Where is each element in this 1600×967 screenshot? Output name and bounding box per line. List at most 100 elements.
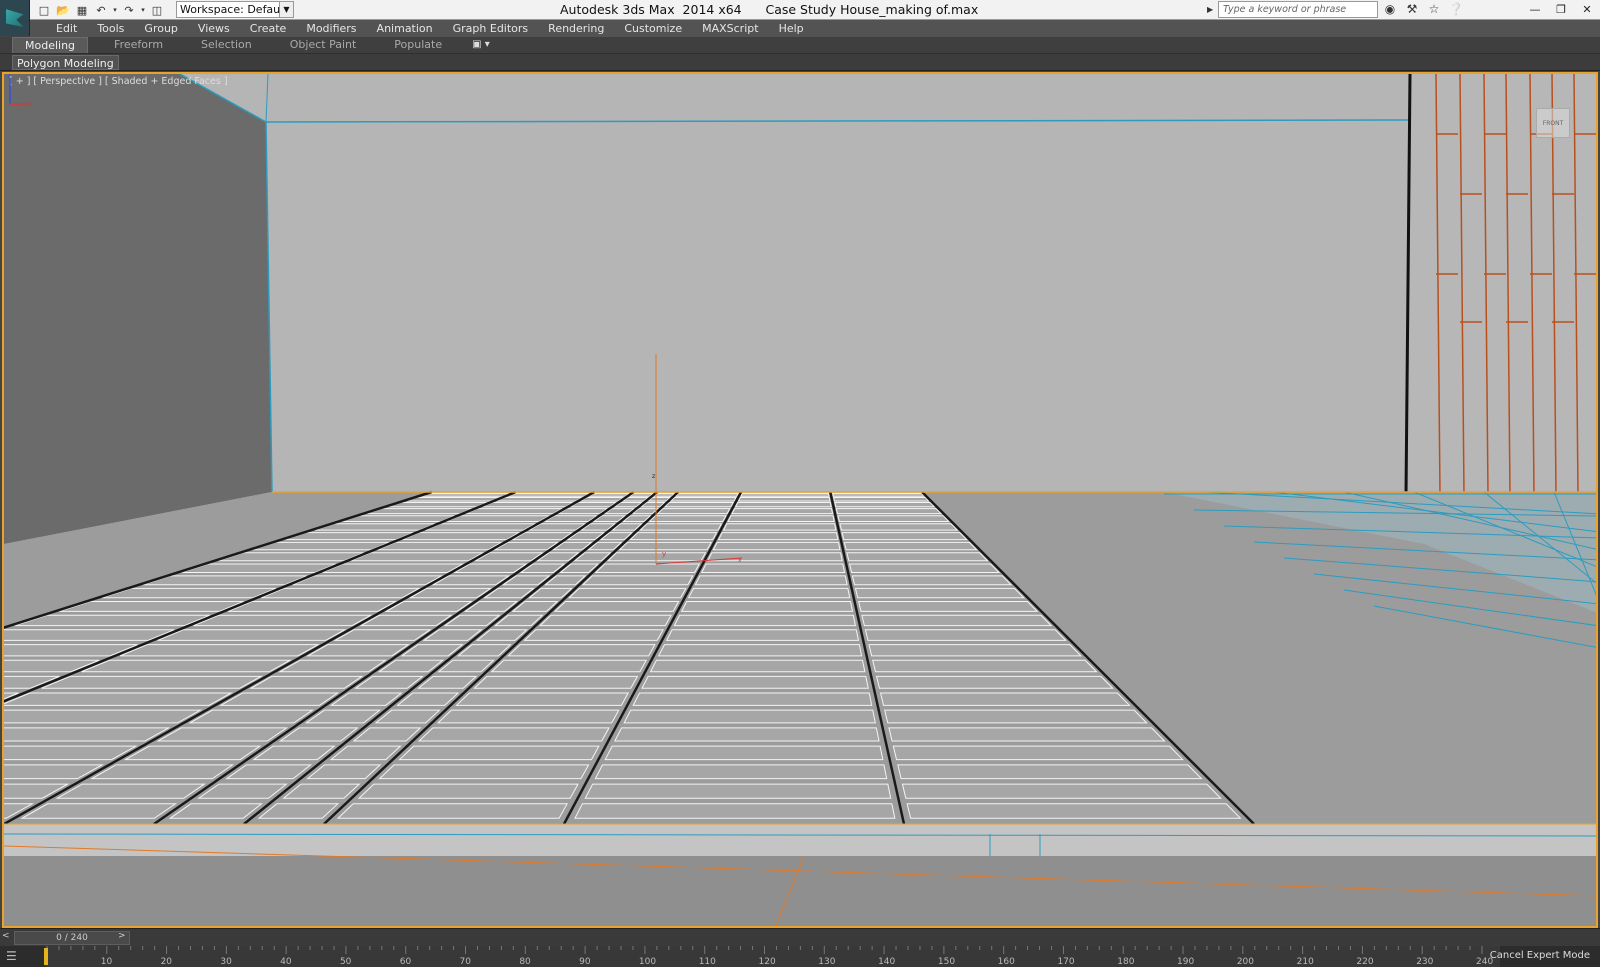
menu-create[interactable]: Create [240, 20, 297, 37]
tab-object-paint[interactable]: Object Paint [278, 37, 369, 53]
project-folder-icon[interactable]: ◫ [149, 2, 165, 18]
floor-tile [854, 587, 1025, 599]
time-prev-button[interactable]: < [2, 931, 12, 945]
redo-icon[interactable]: ↷ [121, 2, 137, 18]
menu-help[interactable]: Help [769, 20, 814, 37]
current-frame-marker[interactable] [44, 948, 48, 965]
search-expand-icon[interactable]: ▶ [1207, 1, 1217, 18]
search-input[interactable]: Type a keyword or phrase [1218, 1, 1378, 18]
time-slider[interactable]: < 0 / 240 > [0, 928, 1600, 946]
workspace-label: Workspace: Default [180, 3, 288, 16]
ruler-tick-label: 130 [818, 957, 835, 967]
floor-tile [424, 523, 537, 531]
floor-tile [851, 575, 1013, 586]
title-bar: □ 📂 ▦ ↶ ▾ ↷ ▾ ◫ Workspace: Default ▼ Aut… [0, 0, 1600, 36]
ribbon-options-icon[interactable]: ▣ ▾ [468, 37, 490, 53]
application-button[interactable] [0, 0, 30, 36]
floor-tile [694, 575, 848, 586]
ruler-tick-label: 200 [1237, 957, 1254, 967]
floor-tile [292, 575, 444, 586]
menu-customize[interactable]: Customize [614, 20, 692, 37]
gizmo-y-label: y [662, 550, 666, 558]
floor-tile [365, 508, 473, 515]
cancel-expert-mode-button[interactable]: Cancel Expert Mode [1490, 950, 1590, 961]
binoculars-icon[interactable]: ◉ [1382, 1, 1398, 18]
menu-edit[interactable]: Edit [46, 20, 87, 37]
floor-tile [657, 644, 863, 657]
floor-tile [581, 575, 694, 586]
floor-tile [897, 764, 1203, 780]
track-ruler[interactable]: 10 20 30 40 50 60 70 80 90 100 110 120 130 140 150 160 1… [45, 946, 1500, 967]
new-file-icon[interactable]: □ [36, 2, 52, 18]
menu-group[interactable]: Group [134, 20, 188, 37]
floor-tile [734, 501, 832, 508]
time-next-button[interactable]: > [118, 931, 128, 945]
floor-tile [639, 523, 723, 531]
floor-tile [490, 659, 648, 673]
tab-freeform[interactable]: Freeform [102, 37, 175, 53]
tools-icon[interactable]: ⚒ [1404, 1, 1420, 18]
floor-tile [872, 659, 1098, 673]
floor-tile [834, 501, 936, 508]
tab-selection[interactable]: Selection [189, 37, 264, 53]
menu-animation[interactable]: Animation [367, 20, 443, 37]
open-file-icon[interactable]: 📂 [55, 2, 71, 18]
trackbar: ☰ 10 20 30 40 50 60 70 80 90 100 110 120 130 140 150 16… [0, 946, 1600, 967]
undo-dropdown-icon[interactable]: ▾ [112, 2, 118, 18]
floor-tile [14, 614, 211, 627]
tab-populate[interactable]: Populate [382, 37, 454, 53]
help-icon[interactable]: ❔ [1448, 1, 1464, 18]
floor-tile [4, 727, 171, 742]
floor-tile [727, 515, 835, 522]
floor-tile [350, 552, 485, 562]
ruler-tick-label: 230 [1416, 957, 1433, 967]
perspective-viewport[interactable]: z y x [ + ] [ Perspective ] [ Shaded + E… [2, 72, 1598, 928]
menu-tools[interactable]: Tools [87, 20, 134, 37]
floor-tile [627, 493, 655, 497]
ruler-tick-label: 50 [340, 957, 352, 967]
save-icon[interactable]: ▦ [74, 2, 90, 18]
undo-icon[interactable]: ↶ [93, 2, 109, 18]
floor-tile [712, 541, 841, 551]
close-icon[interactable]: ✕ [1574, 0, 1600, 19]
floor-tile [892, 745, 1184, 761]
menu-maxscript[interactable]: MAXScript [692, 20, 768, 37]
menu-views[interactable]: Views [188, 20, 240, 37]
menu-rendering[interactable]: Rendering [538, 20, 614, 37]
floor-tile [623, 709, 876, 724]
ruler-tick-label: 30 [220, 957, 232, 967]
floor-tile [377, 541, 504, 551]
3dsmax-logo-icon [5, 9, 24, 27]
mini-curve-editor-icon[interactable]: ☰ [6, 949, 28, 964]
floor-tile [832, 493, 926, 497]
floor-tile [218, 692, 340, 706]
minimize-icon[interactable]: — [1522, 0, 1548, 19]
redo-dropdown-icon[interactable]: ▾ [140, 2, 146, 18]
ruler-tick-label: 210 [1297, 957, 1314, 967]
floor-tile [507, 493, 591, 497]
menu-modifiers[interactable]: Modifiers [296, 20, 366, 37]
tripod-x-label: x [28, 100, 32, 108]
polygon-modeling-panel[interactable]: Polygon Modeling [12, 55, 119, 70]
floor-tile [568, 501, 618, 508]
ruler-tick-label: 10 [101, 957, 113, 967]
restore-icon[interactable]: ❐ [1548, 0, 1574, 19]
viewport-scene: z y x [4, 74, 1596, 926]
time-slider-thumb[interactable]: 0 / 240 [14, 931, 130, 945]
star-icon[interactable]: ☆ [1426, 1, 1442, 18]
floor-tile [473, 675, 639, 689]
floor-tile [629, 532, 718, 541]
ground-plane [4, 856, 1596, 926]
viewcube[interactable]: FRONT [1536, 108, 1570, 138]
tab-modeling[interactable]: Modeling [12, 37, 89, 53]
floor-tile [20, 803, 178, 819]
workspace-dropdown[interactable]: Workspace: Default ▼ [176, 1, 294, 18]
ruler-tick-label: 70 [460, 957, 472, 967]
viewcube-face-label: FRONT [1542, 120, 1564, 127]
floor-tile [188, 709, 315, 724]
floor-tile [594, 563, 701, 573]
floor-tile [665, 629, 860, 641]
menu-graph-editors[interactable]: Graph Editors [443, 20, 539, 37]
floor-tile [906, 803, 1242, 819]
floor-tile [641, 675, 869, 689]
